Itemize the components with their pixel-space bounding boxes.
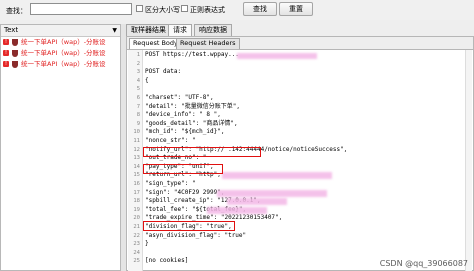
error-icon: ! [3,39,9,45]
line-number: 15 [133,172,140,179]
tab-request-body[interactable]: Request Body [129,38,182,49]
tab-sampler-result[interactable]: 取样器结果 [126,24,171,36]
case-sensitive-checkbox[interactable] [136,5,143,12]
sampler-icon [12,61,18,68]
line-number: 20 [133,215,140,222]
main-tabs: 取样器结果 请求 响应数据 [126,24,474,36]
line-number: 23 [133,241,140,248]
vertical-scrollbar[interactable] [465,50,472,271]
line-number: 13 [133,155,140,162]
line-number: 11 [133,138,140,144]
redacted-area [217,190,327,197]
result-detail-panel: 取样器结果 请求 响应数据 Request Body Request Heade… [126,24,474,271]
line-number: 7 [136,103,140,110]
redacted-area [222,172,332,179]
tree-item[interactable]: ! 统一下单API（wap）-分账设 [1,59,120,70]
tree-item-label: 统一下单API（wap）-分账设 [21,38,106,46]
highlight-mch-id [143,164,223,174]
search-label: 查找： [6,7,27,15]
code-text: "mch_id": "${mch_id}", [145,128,225,136]
regex-label: 正则表达式 [190,6,225,14]
error-icon: ! [3,50,9,56]
line-number: 9 [136,120,140,127]
line-number: 3 [136,69,140,76]
code-text: "device_info": " 8 ", [145,111,221,119]
search-bar: 查找： 区分大小写 正则表达式 查找 重置 [0,0,474,20]
tree-item-label: 统一下单API（wap）-分账设 [21,49,106,57]
line-number: 4 [136,77,140,84]
line-number: 1 [136,52,140,58]
tab-request[interactable]: 请求 [168,24,192,36]
code-text: "charset": "UTF-8", [145,94,214,101]
chevron-down-icon: ▼ [112,27,117,34]
code-text: } [145,240,149,248]
tab-response-data[interactable]: 响应数据 [194,24,232,36]
code-text: "detail": "批量微信分账下单", [145,102,240,110]
view-select-value: Text [4,26,19,34]
redacted-area [227,198,287,205]
code-text: { [145,76,149,84]
sub-tabs: Request Body Request Headers [127,37,473,50]
line-number: 2 [136,60,140,67]
tree-item[interactable]: ! 统一下单API（wap）-分账设 [1,37,120,48]
line-number: 12 [133,146,140,153]
line-number: 18 [133,198,140,205]
regex-checkbox[interactable] [181,5,188,12]
sampler-icon [12,50,18,57]
redacted-area [207,207,267,214]
line-number: 21 [133,224,140,230]
line-number: 10 [133,129,140,136]
sampler-icon [12,39,18,46]
line-number: 8 [136,112,140,119]
code-text: "goods_detail": "商品详情", [145,119,238,127]
error-icon: ! [3,61,9,67]
code-text: [no cookies] [145,257,189,265]
tab-request-headers[interactable]: Request Headers [176,38,240,49]
case-sensitive-label: 区分大小写 [145,6,180,14]
code-text: "sign": "4C0F29 2999", [145,188,225,196]
line-number: 16 [133,181,140,187]
line-number: 25 [133,258,140,265]
search-input[interactable] [30,3,132,15]
line-number: 5 [136,86,140,93]
code-text: POST https://test.wppay... [145,51,239,58]
view-select[interactable]: Text ▼ [1,25,120,37]
code-text: "asyn_division_flag": "true" [145,231,247,239]
redacted-area [237,53,317,59]
reset-button[interactable]: 重置 [279,2,313,16]
tree-item[interactable]: ! 统一下单API（wap）-分账设 [1,48,120,59]
find-button[interactable]: 查找 [243,2,277,16]
highlight-device-info [143,147,261,157]
line-number: 22 [133,232,140,239]
tree-item-label: 统一下单API（wap）-分账设 [21,60,106,68]
code-text: POST data: [145,68,182,76]
line-number: 24 [133,249,140,256]
watermark: CSDN @qq_39066087 [379,259,468,268]
highlight-total-fee [143,221,235,231]
code-text: "sign_type": " [145,180,196,187]
code-text: "nonce_str": " [145,137,196,144]
line-number: 14 [133,163,140,170]
results-tree-panel: Text ▼ ! 统一下单API（wap）-分账设 ! 统一下单API（wap）… [0,24,121,271]
request-content: Request Body Request Headers 1 POST https… [126,36,474,271]
line-number: 17 [133,189,140,196]
line-number: 6 [136,95,140,101]
line-number: 19 [133,206,140,213]
